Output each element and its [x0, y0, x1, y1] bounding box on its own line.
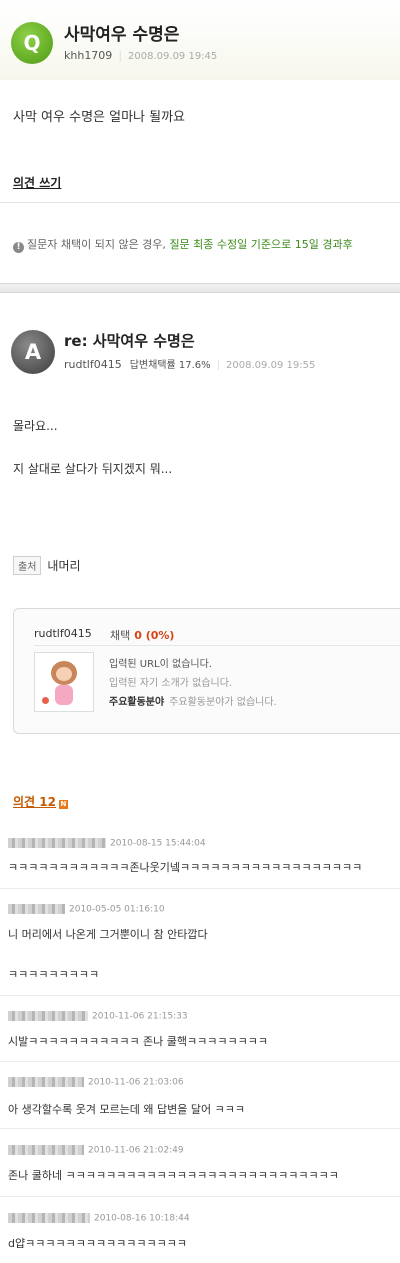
opinions-label: 의견 12: [13, 795, 56, 809]
source-value: 내머리: [47, 559, 81, 573]
comment-text: 아 생각할수록 웃겨 모르는데 왜 답변을 달어 ㅋㅋㅋ: [8, 1103, 245, 1116]
write-opinion-link[interactable]: 의견 쓰기: [13, 174, 61, 191]
divider: [0, 202, 400, 203]
notice-highlight: 질문 최종 수정일 기준으로 15일 경과후: [169, 238, 353, 251]
comment-text: d얍ㅋㅋㅋㅋㅋㅋㅋㅋㅋㅋㅋㅋㅋㅋㅋㅋ: [8, 1237, 188, 1250]
comment-meta: 2010-11-06 21:02:49: [8, 1145, 184, 1157]
blurred-username: [8, 838, 106, 848]
comment-meta: 2010-11-06 21:15:33: [8, 1011, 188, 1023]
blurred-username: [8, 904, 65, 914]
comment-date: 2010-11-06 21:02:49: [88, 1145, 184, 1156]
question-date: 2008.09.09 19:45: [128, 51, 218, 62]
notice-text: 질문자 채택이 되지 않은 경우,: [27, 238, 166, 251]
profile-field: 주요활동분야 주요활동분야가 없습니다.: [109, 693, 277, 708]
comment-meta: 2010-08-16 10:18:44: [8, 1213, 190, 1225]
comment-meta: 2010-11-06 21:03:06: [8, 1077, 184, 1089]
comment-date: 2010-11-06 21:15:33: [92, 1011, 188, 1022]
comment-date: 2010-08-15 15:44:04: [110, 838, 206, 849]
avatar[interactable]: [34, 652, 94, 712]
profile-intro: 입력된 자기 소개가 없습니다.: [109, 678, 233, 689]
meta-separator: |: [118, 49, 123, 62]
comment-text: 존나 쿨하네 ㅋㅋㅋㅋㅋㅋㅋㅋㅋㅋㅋㅋㅋㅋㅋㅋㅋㅋㅋㅋㅋㅋㅋㅋㅋㅋㅋ: [8, 1169, 339, 1182]
opinions-header[interactable]: 의견 12 N: [13, 793, 68, 810]
blurred-username: [8, 1011, 88, 1021]
profile-adopt: 채택 0 (0%): [110, 627, 174, 643]
question-body: 사막 여우 수명은 얼마나 될까요: [13, 110, 186, 125]
answer-title: re: 사막여우 수명은: [64, 332, 195, 350]
answer-adoption-rate: 답변채택률 17.6%: [129, 360, 211, 371]
answer-user[interactable]: rudtlf0415: [64, 358, 122, 371]
comment-divider: [0, 1128, 400, 1129]
avatar-face: [56, 667, 72, 681]
adopt-label: 채택: [110, 629, 131, 642]
flower-icon: [42, 697, 49, 704]
blurred-username: [8, 1213, 90, 1223]
comment-date: 2010-08-16 10:18:44: [94, 1213, 190, 1224]
source-tag: 출처: [13, 556, 42, 575]
comment-text: 시발ㅋㅋㅋㅋㅋㅋㅋㅋㅋㅋㅋ 존나 쿨핵ㅋㅋㅋㅋㅋㅋㅋㅋ: [8, 1035, 268, 1048]
answer-line: 몰라요...: [13, 419, 58, 433]
comment-meta: 2010-05-05 01:16:10: [8, 904, 165, 916]
blurred-username: [8, 1077, 84, 1087]
answerer-profile-card: rudtlf0415 채택 0 (0%) 입력된 URL이 없습니다. 입력된 자…: [13, 608, 400, 734]
question-title: 사막여우 수명은: [64, 25, 180, 45]
profile-url: 입력된 URL이 없습니다.: [109, 659, 212, 670]
answer-meta: rudtlf0415 답변채택률 17.6% | 2008.09.09 19:55: [64, 356, 315, 371]
avatar-body: [55, 685, 73, 705]
question-user[interactable]: khh1709: [64, 49, 112, 62]
blurred-username: [8, 1145, 84, 1155]
section-separator: [0, 283, 400, 293]
comment-date: 2010-05-05 01:16:10: [69, 904, 165, 915]
meta-separator: |: [216, 360, 221, 371]
comment-divider: [0, 1061, 400, 1062]
answer-date: 2008.09.09 19:55: [226, 360, 316, 371]
comment-divider: [0, 888, 400, 889]
answer-badge-icon: A: [11, 330, 55, 374]
comment-text: 니 머리에서 나온게 그거뿐이니 참 안타깝다: [8, 928, 208, 941]
question-meta: khh1709 | 2008.09.09 19:45: [64, 49, 217, 62]
adopt-count: 0 (0%): [134, 629, 175, 642]
answer-line: 지 살대로 살다가 뒤지겠지 뭐...: [13, 462, 173, 476]
comment-divider: [0, 995, 400, 996]
new-badge-icon: N: [58, 800, 68, 809]
profile-divider: [34, 645, 400, 646]
answer-source: 출처 내머리: [13, 556, 81, 575]
info-icon: !: [13, 242, 24, 253]
profile-user[interactable]: rudtlf0415: [34, 627, 92, 640]
adoption-notice: ! 질문자 채택이 되지 않은 경우, 질문 최종 수정일 기준으로 15일 경과…: [13, 236, 353, 253]
comment-divider: [0, 1196, 400, 1197]
question-badge-icon: Q: [11, 22, 53, 64]
field-value: 주요활동분야가 없습니다.: [169, 697, 277, 708]
question-header: [0, 0, 400, 80]
comment-text: ㅋㅋㅋㅋㅋㅋㅋㅋㅋㅋㅋㅋ존나웃기넼ㅋㅋㅋㅋㅋㅋㅋㅋㅋㅋㅋㅋㅋㅋㅋㅋㅋㅋ: [8, 861, 363, 874]
field-label: 주요활동분야: [109, 697, 165, 708]
comment-text: ㅋㅋㅋㅋㅋㅋㅋㅋㅋ: [8, 968, 100, 981]
comment-meta: 2010-08-15 15:44:04: [8, 838, 206, 850]
comment-date: 2010-11-06 21:03:06: [88, 1077, 184, 1088]
